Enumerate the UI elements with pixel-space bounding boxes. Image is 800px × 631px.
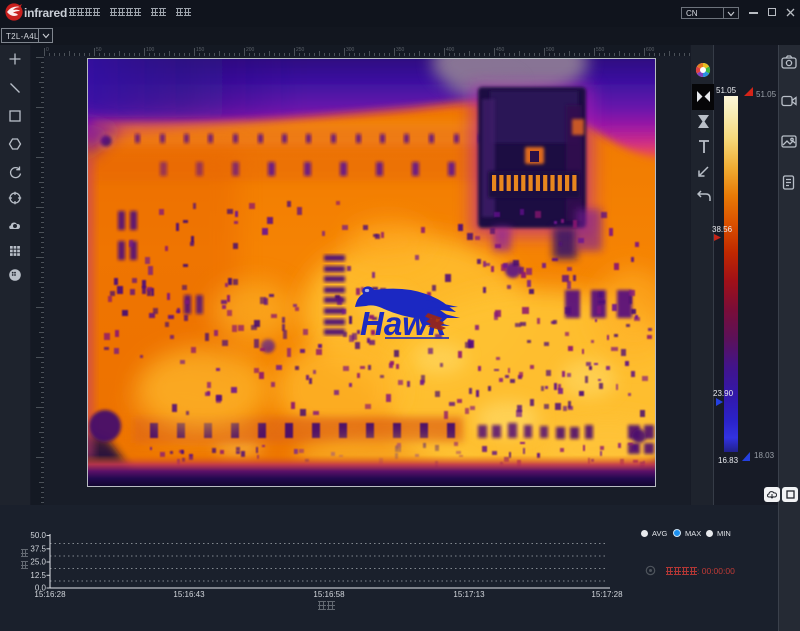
- svg-text:15:16:43: 15:16:43: [173, 590, 205, 599]
- svg-text:350: 350: [396, 47, 405, 53]
- svg-text:37.5: 37.5: [30, 544, 46, 553]
- svg-text:400: 400: [446, 47, 455, 53]
- svg-text:500: 500: [546, 47, 555, 53]
- svg-text:15:17:13: 15:17:13: [453, 590, 485, 599]
- svg-text:450: 450: [496, 47, 505, 53]
- svg-text:15:16:28: 15:16:28: [34, 590, 66, 599]
- svg-text:15:17:28: 15:17:28: [591, 590, 623, 599]
- svg-text:300: 300: [346, 47, 355, 53]
- svg-text:550: 550: [596, 47, 605, 53]
- svg-text:200: 200: [246, 47, 255, 53]
- svg-text:100: 100: [146, 47, 155, 53]
- svg-text:50.0: 50.0: [30, 531, 46, 540]
- svg-text:150: 150: [196, 47, 205, 53]
- svg-text:600: 600: [646, 47, 655, 53]
- svg-text:250: 250: [296, 47, 305, 53]
- svg-text:12.5: 12.5: [30, 571, 46, 580]
- svg-text:50: 50: [96, 47, 102, 53]
- svg-text:15:16:58: 15:16:58: [313, 590, 345, 599]
- svg-text:25.0: 25.0: [30, 558, 46, 567]
- svg-text:0: 0: [46, 47, 49, 53]
